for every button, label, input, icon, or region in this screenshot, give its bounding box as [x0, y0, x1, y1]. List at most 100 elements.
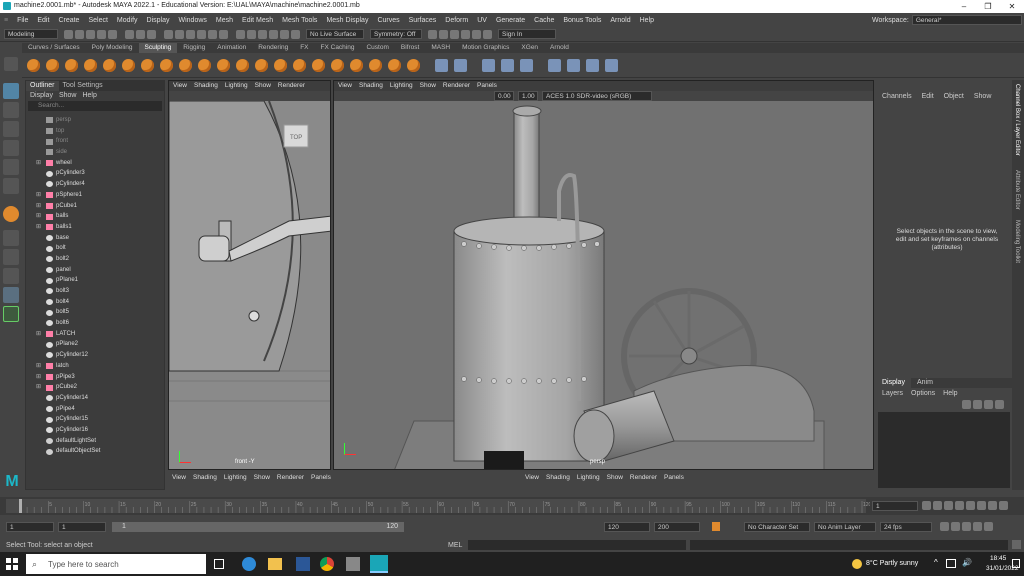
menu-item-display[interactable]: Display [147, 17, 170, 24]
range-start-field[interactable]: 1 [58, 522, 106, 532]
layer-menu-options[interactable]: Options [911, 390, 935, 397]
gamma-field[interactable]: 1.00 [518, 91, 538, 101]
relax-tool-icon[interactable] [65, 58, 78, 72]
shelf-tab-sculpting[interactable]: Sculpting [138, 43, 178, 53]
outliner-item[interactable]: bolt5 [46, 307, 164, 318]
four-pane-icon[interactable] [3, 249, 19, 265]
pick-mask-icon[interactable] [186, 29, 195, 39]
outliner-item[interactable]: side [46, 147, 164, 158]
range-bar[interactable]: 1 120 [112, 522, 404, 532]
viewport-menu-lighting[interactable]: Lighting [577, 474, 600, 481]
outliner-item[interactable]: ⊞ pCube1 [36, 201, 164, 212]
outliner-item[interactable]: defaultLightSet [46, 436, 164, 447]
loop-icon[interactable] [940, 522, 949, 531]
viewport-menu-renderer[interactable]: Renderer [630, 474, 657, 481]
current-frame-field[interactable]: 1 [872, 501, 918, 511]
hypershade-layout-icon[interactable] [3, 306, 19, 322]
blend-shape-icon[interactable] [501, 58, 514, 72]
menu-item-uv[interactable]: UV [477, 17, 487, 24]
save-scene-icon[interactable] [86, 29, 95, 39]
outliner-item[interactable]: pCylinder12 [46, 350, 164, 361]
workspace-dropdown[interactable]: General* [911, 15, 1022, 25]
open-scene-icon[interactable] [75, 29, 84, 39]
erase-tool-icon[interactable] [369, 58, 382, 72]
shelf-tab-motion-graphics[interactable]: Motion Graphics [456, 43, 515, 53]
menu-item-select[interactable]: Select [88, 17, 107, 24]
menu-item-help[interactable]: Help [640, 17, 654, 24]
menu-item-arnold[interactable]: Arnold [610, 17, 630, 24]
shelf-tab-poly-modeling[interactable]: Poly Modeling [86, 43, 139, 53]
mask-tool-icon[interactable] [388, 58, 401, 72]
play-forward-icon[interactable] [966, 501, 975, 510]
redo-icon[interactable] [108, 29, 117, 39]
time-slider[interactable]: 5 10 15 20 25 30 35 40 45 50 55 60 65 70 75 80 85 90 95 100… [0, 497, 1024, 515]
viewport-menu-shading[interactable]: Shading [546, 474, 570, 481]
outliner-item[interactable]: bolt6 [46, 318, 164, 329]
step-back-key-icon[interactable] [933, 501, 942, 510]
outliner-item[interactable]: pPipe4 [46, 404, 164, 415]
menu-item-bonus-tools[interactable]: Bonus Tools [563, 17, 601, 24]
pinch-tool-icon[interactable] [103, 58, 116, 72]
outliner-item[interactable]: pCylinder3 [46, 168, 164, 179]
command-input[interactable] [468, 540, 686, 550]
move-tool-icon[interactable] [3, 140, 19, 156]
outliner-item[interactable]: front [46, 136, 164, 147]
character-icon[interactable] [973, 522, 982, 531]
wire-icon[interactable] [586, 58, 599, 72]
viewport-menu-shading[interactable]: Shading [359, 82, 383, 89]
stamp-icon[interactable] [548, 58, 561, 72]
scrape-tool-icon[interactable] [236, 58, 249, 72]
end-frame-field[interactable]: 200 [654, 522, 700, 532]
menu-item-surfaces[interactable]: Surfaces [409, 17, 437, 24]
attribute-editor-side-tab[interactable]: Attribute Editor [1014, 170, 1020, 210]
ipr-icon[interactable] [450, 29, 459, 39]
sculpt-settings-icon[interactable] [435, 58, 448, 72]
outliner-item[interactable]: ⊞ pCube2 [36, 382, 164, 393]
menu-item-generate[interactable]: Generate [496, 17, 525, 24]
play-back-icon[interactable] [955, 501, 964, 510]
fill-tool-icon[interactable] [255, 58, 268, 72]
channel-menu-object[interactable]: Object [944, 93, 964, 100]
menu-item-edit[interactable]: Edit [37, 17, 49, 24]
channel-menu-show[interactable]: Show [974, 93, 992, 100]
sculpt-grid-icon[interactable] [454, 58, 467, 72]
select-component-icon[interactable] [147, 29, 156, 39]
render-settings-icon[interactable] [461, 29, 470, 39]
channel-menu-channels[interactable]: Channels [882, 93, 912, 100]
outliner-item[interactable]: ⊞ balls1 [36, 222, 164, 233]
menu-item-modify[interactable]: Modify [117, 17, 138, 24]
shelf-tab-fx[interactable]: FX [294, 43, 314, 53]
sign-in-button[interactable]: Sign In [498, 29, 556, 39]
photos-icon[interactable] [346, 557, 360, 571]
persp-viewport[interactable]: View Shading Lighting Show Renderer Panels 0.… [333, 80, 874, 470]
layer-menu-layers[interactable]: Layers [882, 390, 903, 397]
viewport-menu-view[interactable]: View [173, 82, 187, 89]
pick-mask-icon[interactable] [219, 29, 228, 39]
character-set-dropdown[interactable]: No Character Set [744, 522, 810, 532]
viewport-menu-shading[interactable]: Shading [194, 82, 218, 89]
start-frame-field[interactable]: 1 [6, 522, 54, 532]
close-icon[interactable]: ✕ [1000, 0, 1024, 13]
new-layer-selected-icon[interactable] [995, 399, 1004, 409]
pick-mask-icon[interactable] [175, 29, 184, 39]
outliner-item[interactable]: bolt [46, 243, 164, 254]
task-view-icon[interactable] [214, 559, 224, 569]
unfreeze-tool-icon[interactable] [407, 58, 420, 72]
menu-item-windows[interactable]: Windows [179, 17, 207, 24]
viewport-menu-renderer[interactable]: Renderer [443, 82, 470, 89]
current-time-marker[interactable] [19, 499, 22, 513]
preferences-icon[interactable] [984, 522, 993, 531]
select-hierarchy-icon[interactable] [125, 29, 134, 39]
script-language-label[interactable]: MEL [448, 542, 462, 549]
taskbar-search-box[interactable]: ⌕ Type here to search [26, 554, 206, 574]
auto-key-icon[interactable] [712, 522, 720, 531]
go-to-start-icon[interactable] [922, 501, 931, 510]
grab-tool-icon[interactable] [84, 58, 97, 72]
viewport-menu-renderer[interactable]: Renderer [278, 82, 305, 89]
menu-item-file[interactable]: File [17, 17, 28, 24]
file-explorer-icon[interactable] [268, 558, 282, 570]
menu-item-create[interactable]: Create [58, 17, 79, 24]
color-space-dropdown[interactable]: ACES 1.0 SDR-video (sRGB) [542, 91, 652, 101]
outliner-item[interactable]: pPlane1 [46, 275, 164, 286]
step-forward-key-icon[interactable] [988, 501, 997, 510]
